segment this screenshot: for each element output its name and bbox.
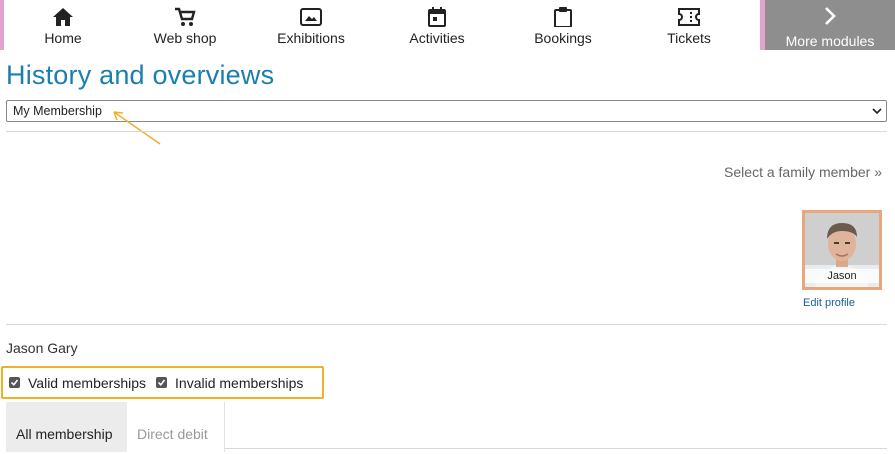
nav-label-web-shop: Web shop bbox=[153, 30, 217, 46]
page-title: History and overviews bbox=[6, 60, 275, 90]
nav-label-tickets: Tickets bbox=[667, 30, 711, 46]
edit-profile-link[interactable]: Edit profile bbox=[803, 297, 855, 309]
tabs-underline bbox=[225, 448, 887, 449]
profile-avatar-card[interactable]: Jason bbox=[802, 210, 882, 290]
calendar-icon bbox=[425, 6, 449, 28]
nav-label-activities: Activities bbox=[409, 30, 465, 46]
nav-label-bookings: Bookings bbox=[534, 30, 592, 46]
image-icon bbox=[299, 6, 323, 28]
select-family-member-link[interactable]: Select a family member » bbox=[724, 164, 882, 180]
nav-item-activities[interactable]: Activities bbox=[374, 0, 500, 50]
membership-tabs: All membership Direct debit bbox=[6, 402, 225, 452]
nav-item-bookings[interactable]: Bookings bbox=[500, 0, 626, 50]
nav-label-home: Home bbox=[44, 30, 82, 46]
clipboard-icon bbox=[551, 6, 575, 28]
nav-item-web-shop[interactable]: Web shop bbox=[122, 0, 248, 50]
nav-item-home[interactable]: Home bbox=[4, 0, 122, 50]
nav-label-more-modules: More modules bbox=[785, 33, 875, 49]
checkmark-icon bbox=[157, 379, 166, 387]
membership-filters: Valid memberships Invalid memberships bbox=[1, 366, 324, 399]
tab-all-membership[interactable]: All membership bbox=[6, 402, 127, 452]
membership-select-value: My Membership bbox=[13, 104, 102, 118]
annotation-arrow-icon bbox=[113, 111, 161, 145]
divider bbox=[6, 131, 887, 132]
nav-item-tickets[interactable]: Tickets bbox=[626, 0, 752, 50]
chevron-down-icon bbox=[872, 105, 882, 119]
nav-item-more-modules[interactable]: More modules bbox=[760, 0, 895, 50]
valid-memberships-label[interactable]: Valid memberships bbox=[28, 375, 146, 391]
checkmark-icon bbox=[10, 379, 19, 387]
divider bbox=[6, 324, 887, 325]
ticket-icon bbox=[677, 6, 701, 28]
chevron-right-icon bbox=[822, 6, 838, 31]
valid-memberships-checkbox[interactable] bbox=[9, 377, 20, 388]
tab-direct-debit[interactable]: Direct debit bbox=[127, 402, 225, 452]
member-name: Jason Gary bbox=[6, 340, 78, 356]
home-icon bbox=[51, 6, 75, 28]
cart-icon bbox=[173, 6, 197, 28]
invalid-memberships-checkbox[interactable] bbox=[156, 377, 168, 388]
avatar-name-label: Jason bbox=[805, 269, 879, 283]
invalid-memberships-label[interactable]: Invalid memberships bbox=[175, 375, 303, 391]
nav-item-exhibitions[interactable]: Exhibitions bbox=[248, 0, 374, 50]
nav-label-exhibitions: Exhibitions bbox=[277, 30, 345, 46]
